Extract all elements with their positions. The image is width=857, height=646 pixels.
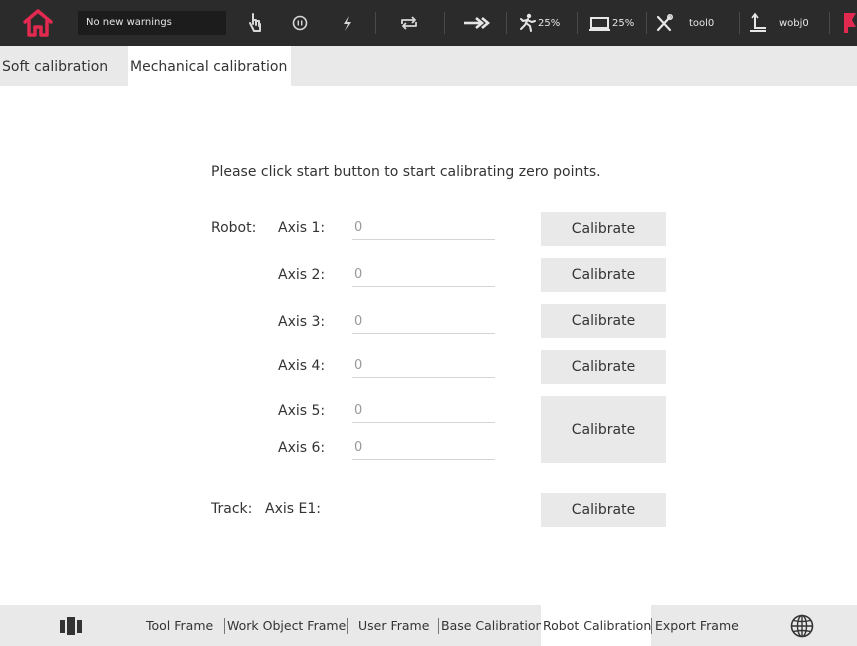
axis-3-value: 0 [352, 312, 495, 334]
warnings-text: No new warnings [86, 17, 172, 28]
nav-work-object-frame[interactable]: Work Object Frame [227, 605, 346, 646]
screen-speed-text: 25% [612, 17, 635, 29]
hand-icon[interactable] [245, 10, 265, 36]
axis-e1-label: Axis E1: [265, 501, 321, 517]
button-label: Calibrate [571, 502, 636, 518]
separator [577, 12, 578, 34]
separator [444, 12, 445, 34]
separator [506, 12, 507, 34]
red-flag-icon[interactable] [842, 12, 857, 34]
status-bar: No new warnings 25% 25% tool0 wobj0 [0, 0, 857, 46]
tab-mechanical-calibration[interactable]: Mechanical calibration [128, 46, 291, 86]
track-label: Track: [211, 501, 253, 517]
tab-label: Mechanical calibration [130, 59, 288, 75]
monitor-icon [589, 17, 610, 31]
warnings-box[interactable]: No new warnings [78, 11, 226, 35]
bars-menu-icon[interactable] [60, 617, 86, 635]
arrow-right-icon[interactable] [462, 10, 492, 36]
nav-label: Base Calibration [441, 618, 544, 633]
robot-label: Robot: [211, 220, 257, 236]
nav-tool-frame[interactable]: Tool Frame [146, 605, 213, 646]
nav-label: Robot Calibration [543, 618, 652, 633]
run-speed-indicator[interactable]: 25% [516, 10, 560, 36]
nav-label: User Frame [358, 618, 430, 633]
tools-icon[interactable] [653, 10, 675, 36]
separator [347, 618, 348, 634]
nav-label: Tool Frame [146, 618, 214, 633]
calibrate-axis-e1-button[interactable]: Calibrate [541, 493, 666, 527]
axis-6-value: 0 [352, 438, 495, 460]
axis-5-label: Axis 5: [278, 403, 326, 419]
axis-1-value: 0 [352, 218, 495, 240]
instruction-text: Please click start button to start calib… [211, 164, 601, 180]
separator [224, 618, 225, 634]
button-label: Calibrate [571, 267, 636, 283]
axis-3-label: Axis 3: [278, 314, 326, 330]
axis-2-value: 0 [352, 265, 495, 287]
repeat-icon[interactable] [398, 10, 420, 36]
wobj-text[interactable]: wobj0 [779, 10, 809, 36]
nav-user-frame[interactable]: User Frame [358, 605, 429, 646]
calibrate-axis-2-button[interactable]: Calibrate [541, 258, 666, 292]
bottom-nav: Tool Frame Work Object Frame User Frame … [0, 605, 857, 646]
screen-speed-indicator[interactable]: 25% [588, 10, 634, 36]
nav-base-calibration[interactable]: Base Calibration [441, 605, 543, 646]
home-icon[interactable] [22, 7, 54, 39]
tool-text[interactable]: tool0 [689, 10, 714, 36]
pause-icon[interactable] [290, 10, 310, 36]
calibrate-axis-4-button[interactable]: Calibrate [541, 350, 666, 384]
running-man-icon [520, 13, 536, 32]
axis-2-label: Axis 2: [278, 267, 326, 283]
nav-label: Work Object Frame [227, 618, 347, 633]
separator [739, 12, 740, 34]
separator [651, 618, 652, 634]
button-label: Calibrate [571, 221, 636, 237]
work-object-icon[interactable] [747, 10, 769, 36]
calibrate-axis-1-button[interactable]: Calibrate [541, 212, 666, 246]
axis-4-label: Axis 4: [278, 358, 326, 374]
separator [438, 618, 439, 634]
nav-robot-calibration[interactable]: Robot Calibration [541, 605, 651, 646]
separator [375, 12, 376, 34]
axis-5-value: 0 [352, 401, 495, 423]
separator [646, 12, 647, 34]
nav-export-frame[interactable]: Export Frame [655, 605, 739, 646]
button-label: Calibrate [571, 421, 636, 438]
axis-1-label: Axis 1: [278, 220, 326, 236]
axis-6-label: Axis 6: [278, 440, 326, 456]
separator [829, 12, 830, 34]
nav-label: Export Frame [655, 618, 739, 633]
calibrate-axis-3-button[interactable]: Calibrate [541, 304, 666, 338]
tab-soft-calibration[interactable]: Soft calibration [0, 46, 128, 86]
button-label: Calibrate [571, 313, 636, 329]
globe-icon[interactable] [790, 614, 814, 638]
axis-4-value: 0 [352, 356, 495, 378]
calibrate-axis-5-6-button[interactable]: Calibrate [541, 396, 666, 463]
lightning-icon[interactable] [340, 10, 354, 36]
button-label: Calibrate [571, 359, 636, 375]
calibration-tabs: Soft calibration Mechanical calibration [0, 46, 857, 86]
tab-label: Soft calibration [2, 59, 109, 75]
run-speed-text: 25% [538, 17, 561, 29]
